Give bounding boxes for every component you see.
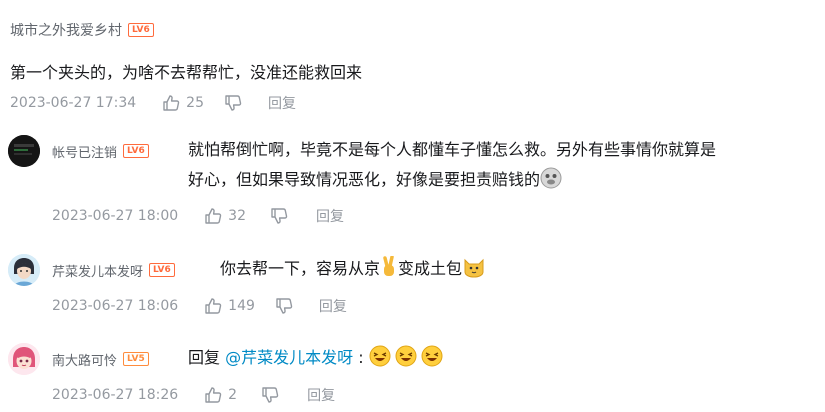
like-count: 32	[228, 208, 246, 224]
reply-content: 回复 @芹菜发儿本发呀 :	[188, 343, 443, 377]
reply-time: 2023-06-27 18:26	[52, 387, 179, 403]
laughing-face-icon	[421, 345, 443, 377]
reply-username[interactable]: 南大路可怜	[52, 350, 117, 369]
like-count: 2	[228, 387, 238, 403]
reply-time: 2023-06-27 18:00	[52, 208, 179, 224]
victory-hand-icon	[380, 255, 398, 288]
reply-meta: 2023-06-27 18:26 2 回复	[52, 384, 335, 406]
reply-button[interactable]: 回复	[268, 93, 296, 113]
reply-username[interactable]: 芹菜发儿本发呀	[52, 261, 143, 280]
like-button[interactable]: 149	[204, 297, 255, 315]
reply-meta: 2023-06-27 18:06 149 回复	[52, 295, 347, 317]
reply-user-row: 帐号已注销 LV6	[52, 139, 149, 163]
comment-content: 第一个夹头的，为啥不去帮帮忙，没准还能救回来	[10, 63, 363, 82]
reply-button[interactable]: 回复	[307, 385, 335, 405]
like-count: 25	[186, 95, 204, 111]
reply-time: 2023-06-27 18:06	[52, 298, 179, 314]
reply-button[interactable]: 回复	[316, 206, 344, 226]
comment-meta: 2023-06-27 17:34 25 回复	[10, 92, 296, 114]
thumbs-down-icon	[224, 94, 242, 112]
dislike-button[interactable]	[224, 94, 242, 112]
level-badge: LV5	[123, 352, 149, 366]
thumbs-down-icon	[270, 207, 288, 225]
doge-face-icon	[540, 167, 562, 199]
thumbs-down-icon	[275, 297, 293, 315]
comment-username[interactable]: 城市之外我爱乡村	[10, 20, 122, 40]
level-badge: LV6	[128, 23, 154, 37]
level-badge: LV6	[123, 144, 149, 158]
reply-meta: 2023-06-27 18:00 32 回复	[52, 205, 344, 227]
like-button[interactable]: 25	[162, 94, 204, 112]
avatar[interactable]	[8, 343, 40, 375]
reply-content-line: 就怕帮倒忙啊，毕竟不是每个人都懂车子懂怎么救。另外有些事情你就算是	[188, 140, 717, 159]
like-button[interactable]: 32	[204, 207, 246, 225]
reply-user-row: 芹菜发儿本发呀 LV6	[52, 258, 175, 282]
avatar[interactable]	[8, 135, 40, 167]
comment-time: 2023-06-27 17:34	[10, 95, 137, 111]
reply-content: 你去帮一下，容易从京 变成土包	[220, 254, 486, 288]
mention-link[interactable]: @芹菜发儿本发呀	[225, 348, 353, 367]
thumbs-up-icon	[204, 297, 222, 315]
reply-username[interactable]: 帐号已注销	[52, 142, 117, 161]
level-badge: LV6	[149, 263, 175, 277]
dislike-button[interactable]	[275, 297, 293, 315]
thumbs-up-icon	[204, 386, 222, 404]
dislike-button[interactable]	[261, 386, 279, 404]
thumbs-up-icon	[204, 207, 222, 225]
like-button[interactable]: 2	[204, 386, 237, 404]
avatar[interactable]	[8, 254, 40, 286]
reply-content: 就怕帮倒忙啊，毕竟不是每个人都懂车子懂怎么救。另外有些事情你就算是 好心，但如果…	[188, 135, 716, 199]
reply-content-line: 好心，但如果导致情况恶化，好像是要担责赔钱的	[188, 165, 716, 199]
laughing-face-icon	[395, 345, 417, 377]
like-count: 149	[228, 298, 255, 314]
thumbs-down-icon	[261, 386, 279, 404]
thumbs-up-icon	[162, 94, 180, 112]
comment-user-row: 城市之外我爱乡村 LV6	[10, 18, 154, 42]
reply-button[interactable]: 回复	[319, 296, 347, 316]
dislike-button[interactable]	[270, 207, 288, 225]
laughing-face-icon	[369, 345, 391, 377]
cat-face-icon	[462, 256, 486, 288]
reply-user-row: 南大路可怜 LV5	[52, 347, 149, 371]
